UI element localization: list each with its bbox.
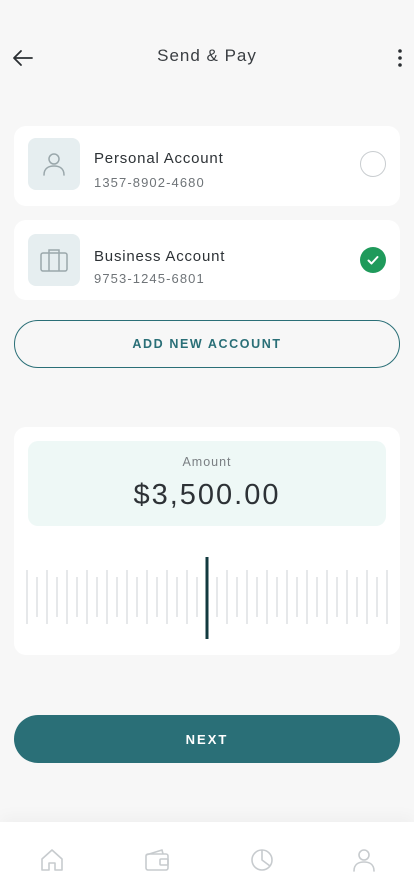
user-icon (43, 153, 65, 176)
amount-value: $3,500.00 (133, 479, 281, 511)
tab-analytics[interactable] (246, 844, 278, 876)
tab-home[interactable] (36, 844, 68, 876)
account-name: Personal Account (94, 150, 224, 167)
wallet-icon (145, 849, 169, 871)
account-avatar (28, 234, 80, 286)
account-radio-selected[interactable] (360, 247, 386, 273)
tab-wallet[interactable] (141, 844, 173, 876)
briefcase-icon (40, 249, 68, 272)
amount-label: Amount (182, 455, 232, 469)
account-number: 1357-8902-4680 (94, 175, 205, 190)
next-button[interactable]: NEXT (14, 715, 400, 763)
amount-display: Amount $3,500.00 (28, 441, 386, 526)
page-title: Send & Pay (157, 46, 257, 65)
account-number: 9753-1245-6801 (94, 271, 205, 286)
bottom-tab-bar (0, 822, 414, 896)
account-card-personal[interactable]: Personal Account 1357-8902-4680 (14, 126, 400, 206)
app-header: Send & Pay (0, 0, 414, 116)
account-avatar (28, 138, 80, 190)
amount-ruler-slider[interactable] (14, 552, 400, 642)
add-new-account-button[interactable]: ADD NEW ACCOUNT (14, 320, 400, 368)
chart-pie-icon (251, 849, 273, 871)
more-options-button[interactable] (392, 42, 408, 74)
account-radio[interactable] (360, 151, 386, 177)
account-card-business[interactable]: Business Account 9753-1245-6801 (14, 220, 400, 300)
home-icon (41, 849, 63, 871)
profile-icon (353, 849, 375, 872)
account-name: Business Account (94, 248, 226, 265)
tab-profile[interactable] (348, 844, 380, 876)
ruler-ticks (26, 557, 388, 639)
more-vertical-icon (398, 49, 402, 67)
amount-card: Amount $3,500.00 (14, 427, 400, 655)
check-icon (367, 256, 379, 265)
